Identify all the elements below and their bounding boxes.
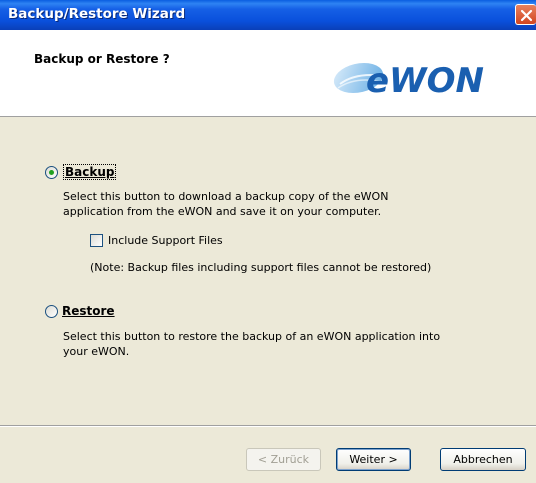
title-bar[interactable]: Backup/Restore Wizard [0,0,536,30]
restore-label: Restore [62,304,115,318]
include-support-option[interactable]: Include Support Files [90,234,223,247]
include-support-label: Include Support Files [108,234,223,247]
include-support-checkbox[interactable] [90,234,103,247]
restore-description: Select this button to restore the backup… [63,330,441,358]
backup-note: (Note: Backup files including support fi… [90,261,432,274]
wizard-content: Backup Select this button to download a … [0,117,536,425]
ewon-logo: eWON [333,61,484,101]
cancel-button[interactable]: Abbrechen [440,448,526,471]
page-title: Backup or Restore ? [34,52,170,66]
wizard-footer: < Zurück Weiter > Abbrechen [0,427,536,483]
wizard-header: Backup or Restore ? eWON [0,30,536,117]
backup-radio[interactable] [45,165,58,179]
restore-radio[interactable] [45,304,58,318]
back-button[interactable]: < Zurück [246,448,321,471]
restore-option[interactable]: Restore [45,304,115,318]
backup-label: Backup [65,165,115,179]
window-title: Backup/Restore Wizard [8,6,186,22]
next-button[interactable]: Weiter > [336,448,411,471]
close-icon [520,9,533,22]
backup-option[interactable]: Backup [45,164,117,180]
logo-text: eWON [366,61,484,101]
close-button[interactable] [515,4,536,25]
backup-description: Select this button to download a backup … [63,190,389,218]
